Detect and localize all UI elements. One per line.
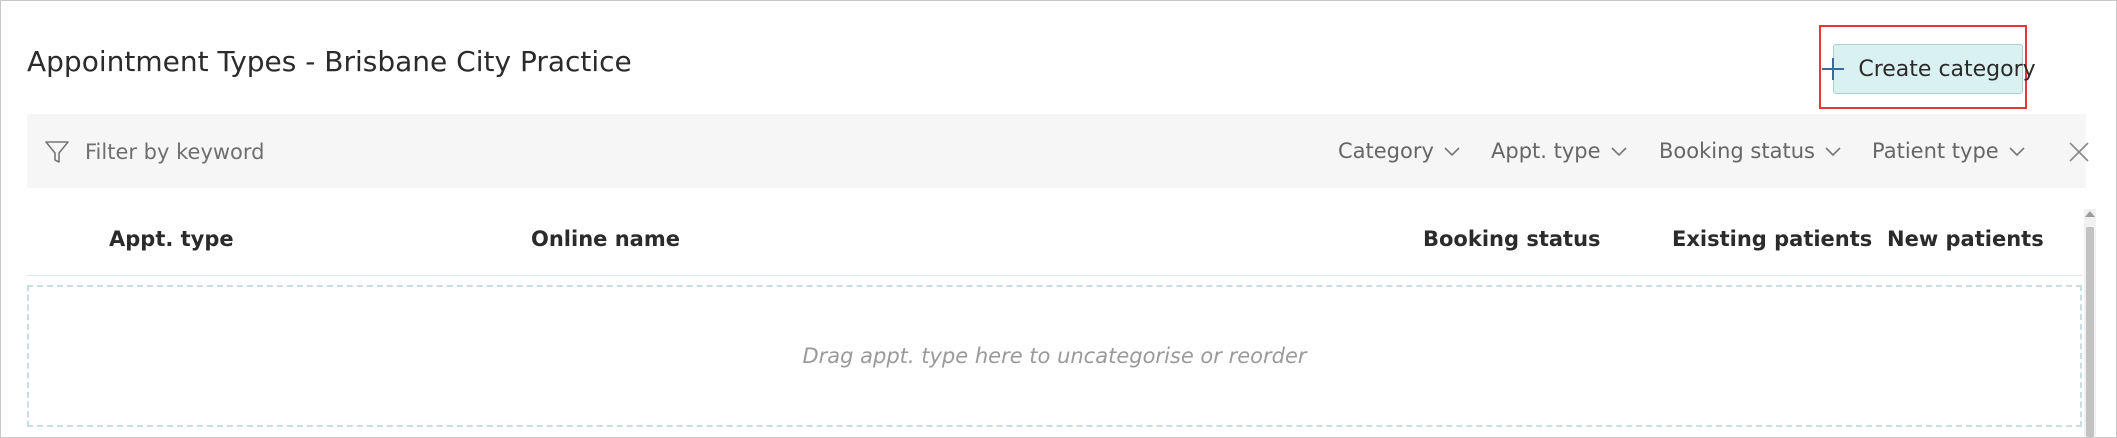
category-dropdown[interactable]: Category [1338,134,1462,168]
funnel-icon [43,138,71,166]
chevron-down-icon [1609,141,1629,161]
page-frame: Appointment Types - Brisbane City Practi… [0,0,2117,438]
drop-zone-hint: Drag appt. type here to uncategorise or … [802,344,1307,368]
booking-status-dropdown-label: Booking status [1659,139,1815,163]
page-title: Appointment Types - Brisbane City Practi… [27,45,632,78]
plus-icon [1820,56,1846,82]
scrollbar-thumb[interactable] [2086,227,2094,437]
patient-type-dropdown[interactable]: Patient type [1872,134,2027,168]
category-dropdown-label: Category [1338,139,1434,163]
uncategorised-drop-zone[interactable]: Drag appt. type here to uncategorise or … [27,285,2082,427]
create-category-label: Create category [1858,56,2036,82]
create-category-button[interactable]: Create category [1822,44,2036,94]
column-header-online-name[interactable]: Online name [531,227,680,251]
patient-type-dropdown-label: Patient type [1872,139,1999,163]
keyword-filter-input[interactable] [83,131,647,173]
filter-bar: Category Appt. type Booking status Patie… [27,114,2089,188]
chevron-down-icon [1823,141,1843,161]
close-icon[interactable] [2067,140,2091,164]
table-header: Appt. type Online name Booking status Ex… [27,213,2082,276]
column-header-new-patients[interactable]: New patients [1887,227,2044,251]
appt-type-dropdown-label: Appt. type [1491,139,1601,163]
vertical-scrollbar[interactable] [2084,209,2096,437]
column-header-booking-status[interactable]: Booking status [1423,227,1601,251]
chevron-down-icon [2007,141,2027,161]
column-header-appt-type[interactable]: Appt. type [109,227,234,251]
chevron-down-icon [1442,141,1462,161]
column-header-existing-patients[interactable]: Existing patients [1672,227,1872,251]
scroll-up-arrow-icon[interactable] [2085,211,2095,217]
booking-status-dropdown[interactable]: Booking status [1659,134,1843,168]
appt-type-dropdown[interactable]: Appt. type [1491,134,1629,168]
